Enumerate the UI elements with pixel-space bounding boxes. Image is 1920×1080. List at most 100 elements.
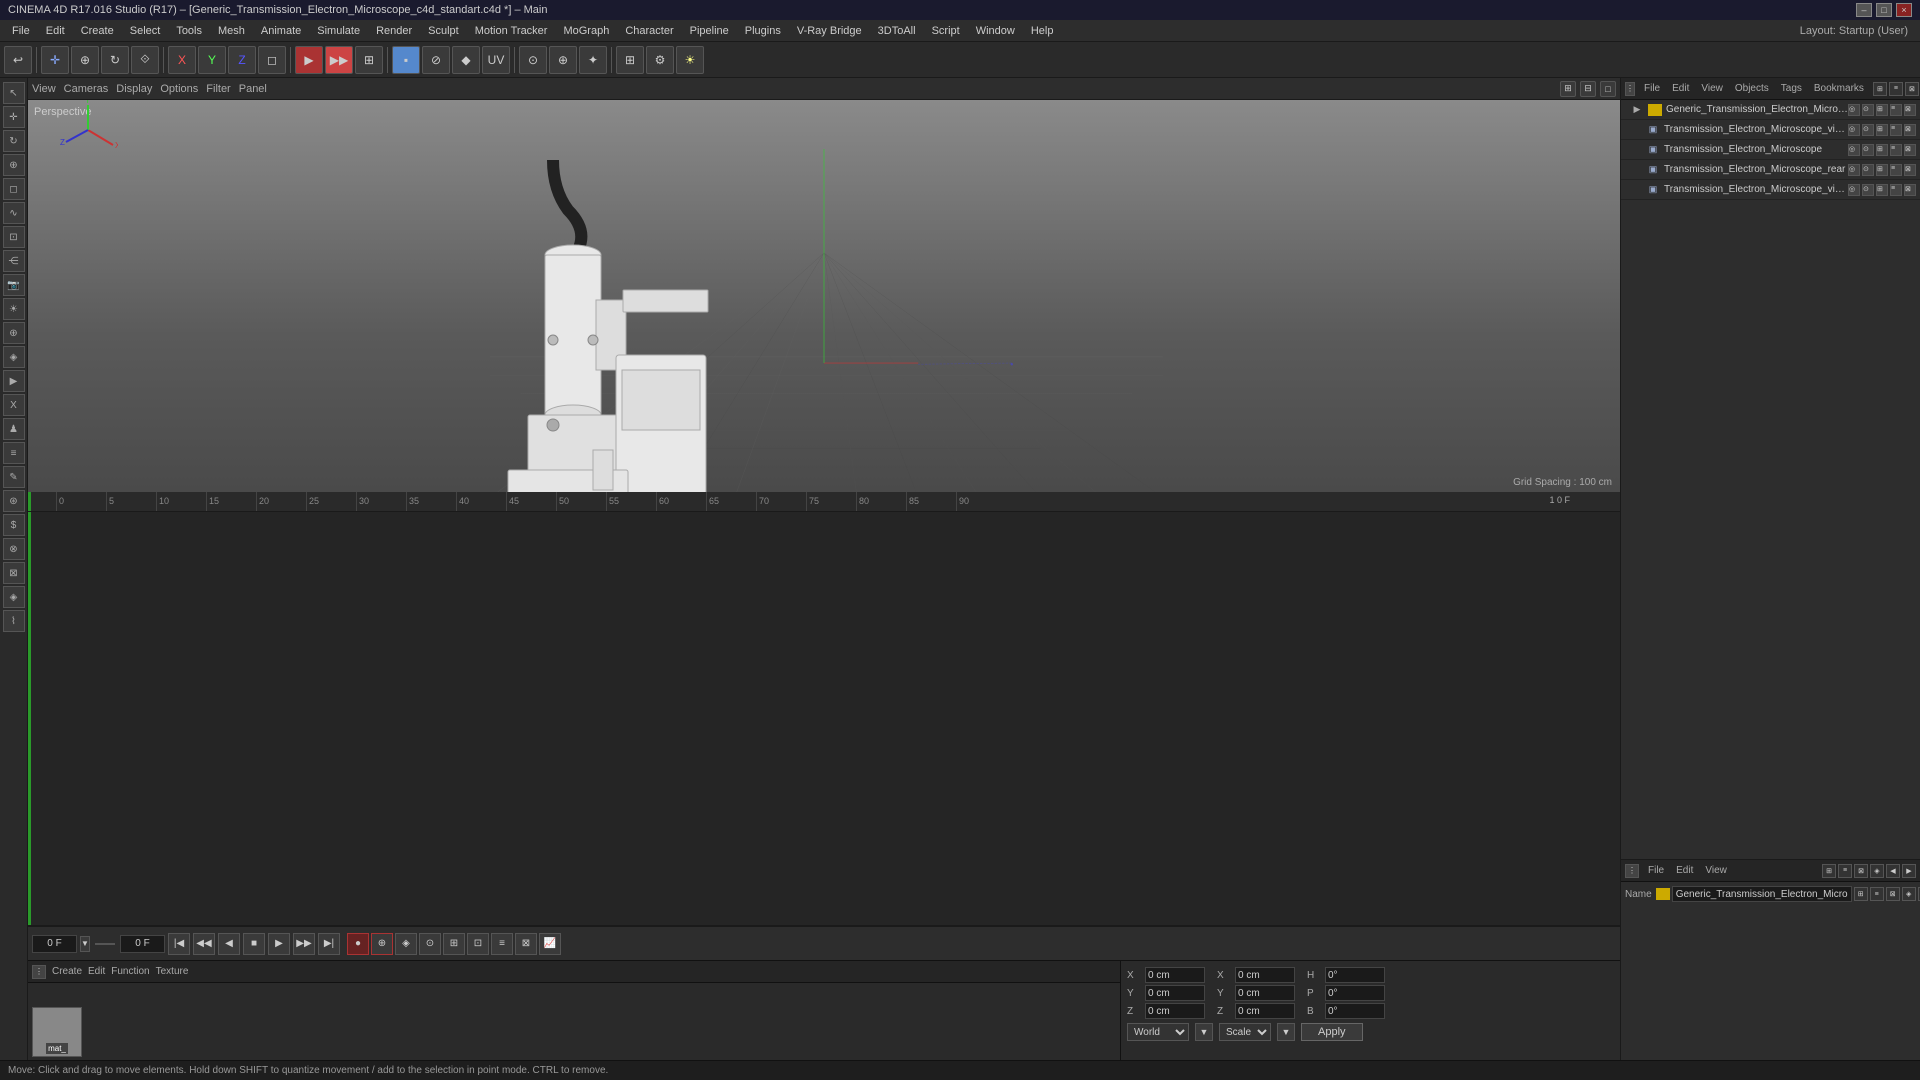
om-vis-btn-0[interactable]: ◎ (1848, 104, 1860, 116)
menu-3dtoall[interactable]: 3DToAll (870, 23, 924, 39)
object-mode-btn[interactable]: ◻ (258, 46, 286, 74)
pp-icon5[interactable]: ◀ (1886, 864, 1900, 878)
menu-sculpt[interactable]: Sculpt (420, 23, 467, 39)
tool-camera[interactable]: 📷 (3, 274, 25, 296)
timeline-track[interactable] (28, 512, 1620, 927)
tool-poly[interactable]: ◻ (3, 178, 25, 200)
world-toggle[interactable]: ▼ (1195, 1023, 1213, 1041)
vp-display-btn[interactable]: Display (116, 83, 152, 95)
snap-btn[interactable]: ⊙ (519, 46, 547, 74)
tool-misc2[interactable]: ⊗ (3, 538, 25, 560)
om-more-btn-1[interactable]: ⊠ (1904, 124, 1916, 136)
om-lock-btn-3[interactable]: ⊞ (1876, 164, 1888, 176)
viewport[interactable]: Perspective Grid Spacing : 100 cm X Y Z (28, 100, 1620, 492)
om-more-btn-0[interactable]: ⊠ (1904, 104, 1916, 116)
point-mode-btn[interactable]: ▪ (392, 46, 420, 74)
om-vis-btn-2[interactable]: ◎ (1848, 144, 1860, 156)
om-lock-btn-4[interactable]: ⊞ (1876, 184, 1888, 196)
menu-vray[interactable]: V-Ray Bridge (789, 23, 870, 39)
coord-h-val[interactable] (1325, 967, 1385, 983)
om-tag-btn-4[interactable]: ≡ (1890, 184, 1902, 196)
om-vis-btn-1[interactable]: ◎ (1848, 124, 1860, 136)
vp-options-btn[interactable]: Options (160, 83, 198, 95)
play-btn[interactable]: ▶ (268, 933, 290, 955)
tool-light[interactable]: ☀ (3, 298, 25, 320)
edge-mode-btn[interactable]: ⊘ (422, 46, 450, 74)
vp-view-btn[interactable]: View (32, 83, 56, 95)
record-btn[interactable]: ● (347, 933, 369, 955)
om-row-4[interactable]: ▣ Transmission_Electron_Microscope_visor… (1621, 180, 1920, 200)
om-objects-btn[interactable]: Objects (1732, 82, 1772, 95)
om-expand-icon-0[interactable]: ▶ (1629, 103, 1645, 117)
tool-nurbs[interactable]: ⊡ (3, 226, 25, 248)
me-edit-btn[interactable]: Edit (88, 966, 105, 977)
move-tool[interactable]: ✛ (41, 46, 69, 74)
pp-icon4[interactable]: ◈ (1870, 864, 1884, 878)
om-render-btn-1[interactable]: ⊙ (1862, 124, 1874, 136)
coord-y-pos[interactable] (1145, 985, 1205, 1001)
om-more-btn-2[interactable]: ⊠ (1904, 144, 1916, 156)
om-icon1[interactable]: ⊞ (1873, 82, 1887, 96)
vp-filter-btn[interactable]: Filter (206, 83, 230, 95)
pp-icon2[interactable]: ≡ (1838, 864, 1852, 878)
apply-button[interactable]: Apply (1301, 1023, 1363, 1041)
pp-name-field[interactable] (1672, 886, 1852, 902)
om-view-btn[interactable]: View (1698, 82, 1726, 95)
tool-scale[interactable]: ⊕ (3, 154, 25, 176)
me-texture-btn[interactable]: Texture (156, 966, 189, 977)
goto-start-btn[interactable]: |◀ (168, 933, 190, 955)
timeline-btn[interactable]: ≡ (491, 933, 513, 955)
vp-lock-btn[interactable]: ⊟ (1580, 81, 1596, 97)
uv-btn[interactable]: UV (482, 46, 510, 74)
vp-expand-btn[interactable]: ⊞ (1560, 81, 1576, 97)
poly-mode-btn[interactable]: ◆ (452, 46, 480, 74)
record-auto-btn[interactable]: ⊕ (371, 933, 393, 955)
pp-file-btn[interactable]: File (1645, 864, 1667, 877)
light-btn[interactable]: ☀ (676, 46, 704, 74)
om-more-btn-4[interactable]: ⊠ (1904, 184, 1916, 196)
om-row-3[interactable]: ▣ Transmission_Electron_Microscope_rear … (1621, 160, 1920, 180)
menu-script[interactable]: Script (924, 23, 968, 39)
pp-action-2[interactable]: ≡ (1870, 887, 1884, 901)
pp-action-3[interactable]: ⊠ (1886, 887, 1900, 901)
world-dropdown[interactable]: World Object Camera (1127, 1023, 1189, 1041)
window-controls[interactable]: – □ × (1856, 3, 1912, 17)
coord-b-val[interactable] (1325, 1003, 1385, 1019)
om-tag-btn-3[interactable]: ≡ (1890, 164, 1902, 176)
tool-misc3[interactable]: ⊠ (3, 562, 25, 584)
minimize-button[interactable]: – (1856, 3, 1872, 17)
menu-tools[interactable]: Tools (168, 23, 210, 39)
scale-dropdown[interactable]: Scale (1219, 1023, 1271, 1041)
om-render-btn-2[interactable]: ⊙ (1862, 144, 1874, 156)
om-lock-btn-1[interactable]: ⊞ (1876, 124, 1888, 136)
pp-action-1[interactable]: ⊞ (1854, 887, 1868, 901)
coord-x-size[interactable] (1235, 967, 1295, 983)
scale-tool[interactable]: ⊕ (71, 46, 99, 74)
pp-color-swatch[interactable] (1656, 888, 1670, 900)
om-render-btn-0[interactable]: ⊙ (1862, 104, 1874, 116)
om-lock-btn-2[interactable]: ⊞ (1876, 144, 1888, 156)
menu-render[interactable]: Render (368, 23, 420, 39)
tool-spline[interactable]: ∿ (3, 202, 25, 224)
scale-toggle[interactable]: ▼ (1277, 1023, 1295, 1041)
tool-paint[interactable]: ✎ (3, 466, 25, 488)
rotate-tool[interactable]: ↻ (101, 46, 129, 74)
frame-display-field[interactable] (120, 935, 165, 953)
render-btn[interactable]: ▶▶ (325, 46, 353, 74)
menu-mograph[interactable]: MoGraph (555, 23, 617, 39)
snap3-btn[interactable]: ✦ (579, 46, 607, 74)
menu-edit[interactable]: Edit (38, 23, 73, 39)
graph-btn[interactable]: 📈 (539, 933, 561, 955)
dope-btn[interactable]: ⊠ (515, 933, 537, 955)
om-vis-btn-3[interactable]: ◎ (1848, 164, 1860, 176)
close-button[interactable]: × (1896, 3, 1912, 17)
om-more-btn-3[interactable]: ⊠ (1904, 164, 1916, 176)
om-render-btn-4[interactable]: ⊙ (1862, 184, 1874, 196)
pp-icon6[interactable]: ▶ (1902, 864, 1916, 878)
pp-icon1[interactable]: ⊞ (1822, 864, 1836, 878)
prev-frame-btn[interactable]: ◀◀ (193, 933, 215, 955)
tool-move[interactable]: ✛ (3, 106, 25, 128)
render-view-btn[interactable]: ▶ (295, 46, 323, 74)
coord-p-val[interactable] (1325, 985, 1385, 1001)
menu-file[interactable]: File (4, 23, 38, 39)
